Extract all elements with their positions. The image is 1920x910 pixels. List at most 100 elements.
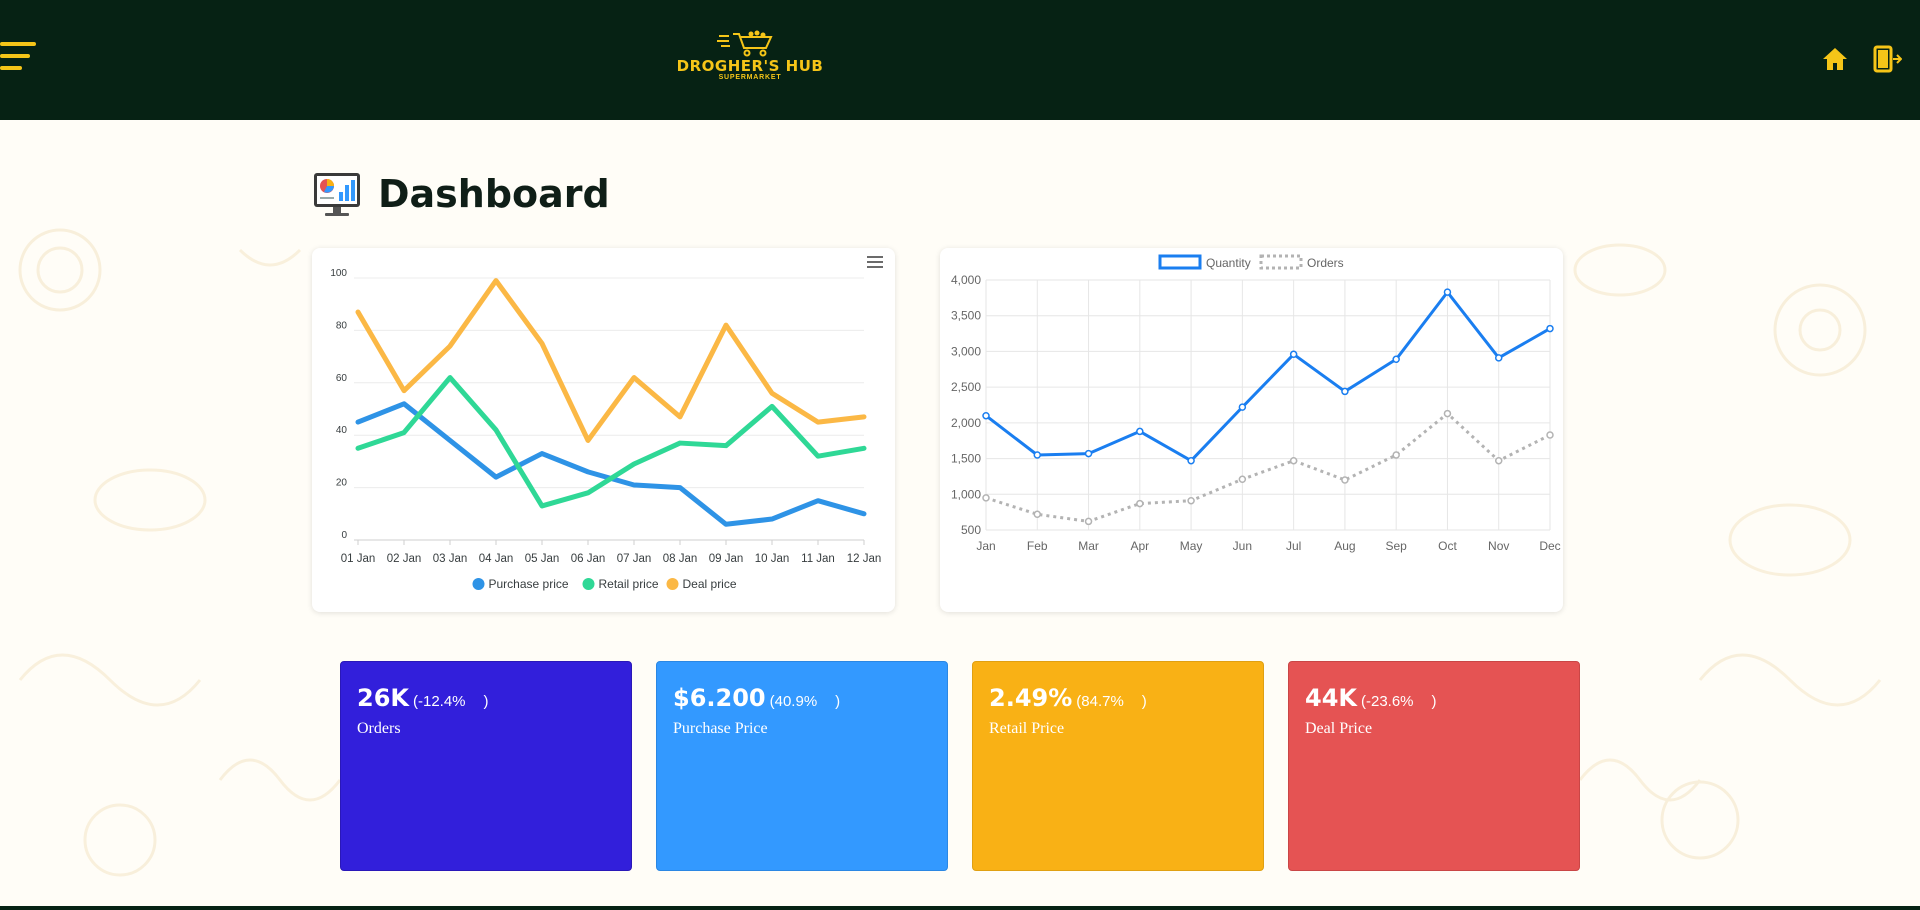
stat-card-deal-price[interactable]: 44K (-23.6%) Deal Price: [1288, 661, 1580, 871]
stat-value: $6.200: [673, 684, 766, 712]
stat-value: 44K: [1305, 684, 1357, 712]
stat-card-purchase-price[interactable]: $6.200 (40.9%) Purchase Price: [656, 661, 948, 871]
x-tick-label: Jul: [1286, 539, 1301, 553]
data-point: [1084, 449, 1093, 458]
hamburger-menu-icon[interactable]: [0, 40, 38, 76]
data-point: [1084, 517, 1093, 526]
legend-label: Purchase price: [489, 577, 569, 591]
data-point: [1187, 496, 1195, 505]
y-tick-label: 20: [336, 478, 348, 489]
top-navbar: DROGHER'S HUB SUPERMARKET: [0, 0, 1920, 120]
data-point: [1341, 387, 1349, 396]
stat-label: Purchase Price: [673, 720, 768, 737]
legend-marker: [472, 578, 485, 590]
data-point: [1443, 409, 1452, 418]
y-tick-label: 100: [330, 268, 347, 279]
y-tick-label: 1,500: [951, 452, 981, 466]
x-tick-label: 03 Jan: [433, 553, 468, 565]
y-tick-label: 0: [341, 530, 347, 541]
x-tick-label: Jun: [1233, 539, 1252, 553]
data-point: [1546, 324, 1554, 333]
home-icon[interactable]: [1820, 44, 1850, 74]
y-tick-label: 80: [336, 320, 348, 331]
x-tick-label: 07 Jan: [617, 553, 652, 565]
x-tick-label: Apr: [1130, 539, 1149, 553]
stat-change: (84.7%: [1076, 693, 1124, 710]
data-point: [1494, 456, 1503, 465]
x-tick-label: Aug: [1334, 539, 1355, 553]
series-line-quantity: [985, 290, 1551, 463]
stat-card-retail-price[interactable]: 2.49% (84.7%) Retail Price: [972, 661, 1264, 871]
legend-label: Quantity: [1206, 256, 1251, 270]
x-tick-label: Sep: [1386, 539, 1408, 553]
x-tick-label: 12 Jan: [847, 553, 882, 565]
y-tick-label: 3,000: [951, 344, 981, 358]
stat-change-close: ): [1141, 693, 1147, 710]
legend-label: Deal price: [683, 577, 737, 591]
data-point: [1033, 451, 1042, 459]
legend-label: Retail price: [599, 577, 659, 591]
y-tick-label: 4,000: [951, 273, 981, 287]
x-tick-label: 09 Jan: [709, 553, 744, 565]
stat-change-close: ): [483, 693, 489, 710]
data-point: [1392, 451, 1400, 459]
x-tick-label: 05 Jan: [525, 553, 560, 565]
y-tick-label: 3,500: [951, 309, 981, 323]
data-point: [1289, 456, 1298, 465]
price-line-chart: 0 20 40 60 80 100 01 Jan 02 Jan 03 Jan 04 Jan 05 J…: [330, 268, 882, 591]
data-point: [982, 494, 990, 502]
legend-marker: [1158, 254, 1202, 270]
legend-marker: [666, 578, 679, 590]
data-point: [1392, 355, 1400, 364]
legend-marker: [1259, 254, 1303, 270]
data-point: [1033, 510, 1042, 519]
data-point: [1238, 475, 1247, 484]
page-title: Dashboard: [378, 172, 610, 216]
data-point: [1341, 476, 1349, 484]
data-point: [1187, 456, 1195, 465]
stat-change-close: ): [1431, 693, 1437, 710]
brand-logo[interactable]: DROGHER'S HUB SUPERMARKET: [670, 30, 830, 90]
legend-label: Orders: [1307, 256, 1344, 270]
quantity-orders-chart-card: 500 1,000 1,500 2,000 2,500 3,000 3,500 4,000 Ja…: [940, 248, 1563, 612]
stat-value: 26K: [357, 684, 409, 712]
x-tick-label: 08 Jan: [663, 553, 698, 565]
data-point: [1289, 350, 1298, 359]
stat-change: (-23.6%: [1361, 693, 1414, 710]
stat-label: Orders: [357, 720, 401, 737]
y-tick-label: 40: [336, 425, 348, 436]
series-line-retail-price: [355, 375, 867, 509]
x-tick-label: May: [1180, 539, 1203, 553]
y-tick-label: 500: [961, 523, 981, 537]
logout-icon[interactable]: [1872, 44, 1902, 74]
x-tick-label: 10 Jan: [755, 553, 790, 565]
data-point: [1494, 354, 1503, 362]
stat-card-orders[interactable]: 26K (-12.4%) Orders: [340, 661, 632, 871]
data-point: [1136, 499, 1144, 508]
x-tick-label: Nov: [1488, 539, 1509, 553]
x-tick-label: 01 Jan: [341, 553, 376, 565]
stat-change: (40.9%: [769, 693, 818, 710]
x-tick-label: Dec: [1539, 539, 1560, 553]
brand-subtitle: SUPERMARKET: [718, 74, 782, 81]
chart-menu-icon[interactable]: [867, 256, 883, 270]
legend-marker: [582, 578, 595, 590]
dashboard-monitor-icon: [314, 173, 360, 216]
x-tick-label: 11 Jan: [801, 553, 835, 565]
x-tick-label: 02 Jan: [387, 553, 422, 565]
stat-change-close: ): [835, 693, 841, 710]
y-tick-label: 2,500: [951, 380, 981, 394]
brand-name: DROGHER'S HUB: [676, 57, 824, 75]
quantity-orders-line-chart: 500 1,000 1,500 2,000 2,500 3,000 3,500 4,000 Ja…: [951, 254, 1561, 553]
x-tick-label: 06 Jan: [571, 553, 606, 565]
shopping-cart-icon: [717, 30, 773, 57]
stat-label: Retail Price: [989, 720, 1065, 737]
data-point: [1546, 431, 1554, 439]
series-line-deal-price: [355, 278, 867, 443]
x-tick-label: Jan: [976, 539, 995, 553]
y-tick-label: 60: [336, 373, 348, 384]
y-tick-label: 1,000: [951, 487, 981, 501]
stat-value: 2.49%: [989, 684, 1073, 712]
stat-change: (-12.4%: [413, 693, 466, 710]
stat-label: Deal Price: [1305, 720, 1373, 737]
